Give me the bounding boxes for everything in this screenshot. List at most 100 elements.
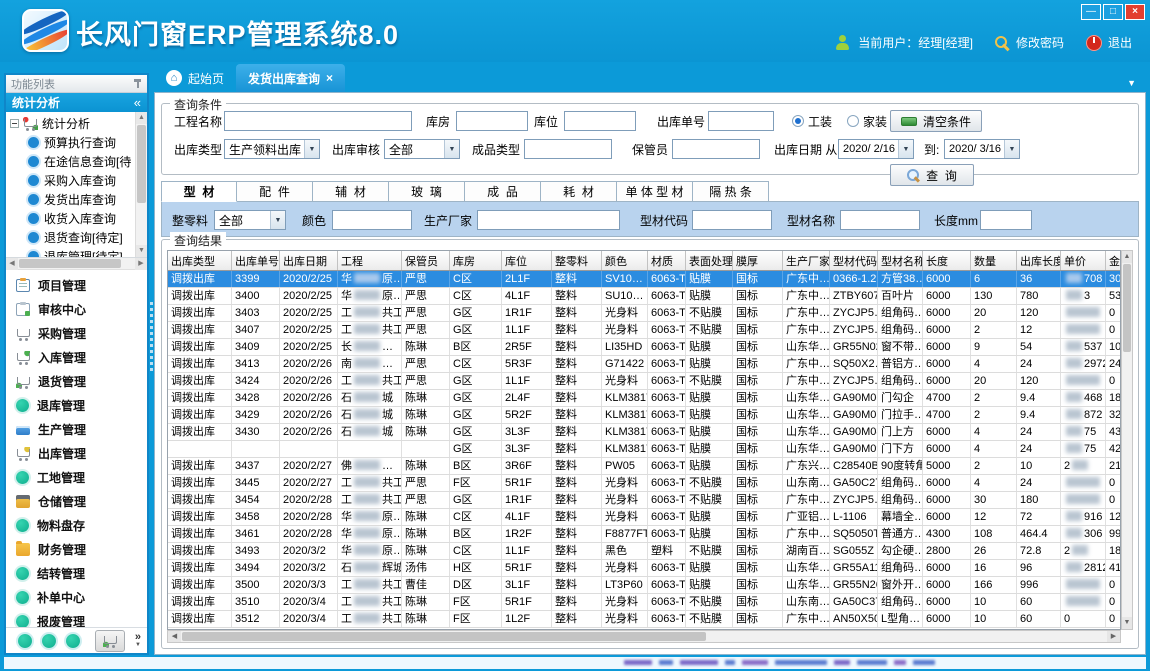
scroll-thumb[interactable] [1123,264,1131,352]
tab-起始页[interactable]: ⌂起始页 [154,64,236,92]
column-header[interactable]: 长度 [923,251,971,270]
profile-name-input[interactable] [840,210,920,230]
material-tab[interactable]: 型 材 [161,181,237,202]
table-row[interactable]: 调拨出库34242020/2/26工共工程严思G区1L1F整料光身料6063-T… [168,373,1120,390]
dock-more-button[interactable]: » ▼ [135,633,141,649]
column-header[interactable]: 金额 [1106,251,1121,270]
tab-close-icon[interactable]: × [326,71,333,85]
close-button[interactable]: × [1125,4,1145,20]
column-header[interactable]: 出库单号 [232,251,280,270]
table-row[interactable]: G区3L3F整料KLM38176063-T5贴膜国标山东华…GA90M09…门下… [168,441,1120,458]
tree-vertical-scrollbar[interactable]: ▲ ▼ [135,112,147,257]
dock-module-icon[interactable] [42,634,56,648]
tree-item[interactable]: 在途信息查询[待 [10,152,134,171]
length-input[interactable] [980,210,1032,230]
clear-conditions-button[interactable]: 清空条件 [890,110,982,132]
column-header[interactable]: 膜厚 [733,251,783,270]
date-from-picker[interactable]: 2020/ 2/16 [838,139,914,159]
change-password-button[interactable]: 修改密码 [995,34,1064,51]
tree-item[interactable]: 退库管理[待定] [10,247,134,257]
manufacturer-input[interactable] [477,210,620,230]
scroll-right-icon[interactable]: ▶ [135,258,147,270]
whole-part-select[interactable]: 全部 [214,210,286,230]
scroll-down-icon[interactable]: ▼ [1122,617,1132,629]
table-row[interactable]: 调拨出库34282020/2/26石城陈琳G区2L4F整料KLM38176063… [168,390,1120,407]
column-header[interactable]: 出库类型 [168,251,232,270]
scroll-right-icon[interactable]: ▶ [1107,631,1120,642]
scroll-up-icon[interactable]: ▲ [136,112,147,124]
radio-jiazhuang[interactable]: 家装 [847,110,887,132]
sidebar-item-仓储管理[interactable]: 仓储管理 [6,489,147,513]
table-row[interactable]: 调拨出库34942020/3/2石辉城汤伟H区5R1F整料光身料6063-T5贴… [168,560,1120,577]
column-header[interactable]: 出库长度 [1017,251,1061,270]
column-header[interactable]: 整零料 [552,251,602,270]
grid-horizontal-scrollbar[interactable]: ◀ ▶ [167,630,1121,643]
sidebar-item-退库管理[interactable]: 退库管理 [6,393,147,417]
grid-vertical-scrollbar[interactable]: ▲ ▼ [1121,250,1133,630]
table-row[interactable]: 调拨出库34002020/2/25华原…严思C区4L1F整料SU10…6063-… [168,288,1120,305]
sidebar-item-结转管理[interactable]: 结转管理 [6,561,147,585]
tree-item[interactable]: 采购入库查询 [10,171,134,190]
material-tab[interactable]: 隔 热 条 [693,181,769,202]
table-row[interactable]: 调拨出库34072020/2/25工共工程严思G区1L1F整料光身料6063-T… [168,322,1120,339]
tree-expander-icon[interactable] [10,119,19,128]
sidebar-item-项目管理[interactable]: 项目管理 [6,273,147,297]
column-header[interactable]: 生产厂家 [783,251,830,270]
sidebar-item-报废管理[interactable]: 报废管理 [6,609,147,627]
tab-list-caret-icon[interactable]: ▼ [1127,78,1146,92]
date-to-picker[interactable]: 2020/ 3/16 [944,139,1020,159]
column-header[interactable]: 数量 [971,251,1017,270]
tree-item[interactable]: 退货查询[待定] [10,228,134,247]
material-tab[interactable]: 耗 材 [541,181,617,202]
sidebar-item-补单中心[interactable]: 补单中心 [6,585,147,609]
profile-code-input[interactable] [692,210,772,230]
scroll-thumb[interactable] [137,125,146,203]
table-row[interactable]: 调拨出库34542020/2/28工共工程严思G区1R1F整料光身料6063-T… [168,492,1120,509]
material-tab[interactable]: 成 品 [465,181,541,202]
dock-module-icon[interactable] [66,634,80,648]
table-row[interactable]: 调拨出库33992020/2/25华原…严思C区2L1F整料SV10…6063-… [168,271,1120,288]
sidebar-group-header[interactable]: 统计分析 « [6,93,147,112]
out-type-select[interactable]: 生产领料出库 [224,139,320,159]
product-type-input[interactable] [524,139,612,159]
scroll-up-icon[interactable]: ▲ [1122,251,1132,263]
maximize-button[interactable]: □ [1103,4,1123,20]
column-header[interactable]: 材质 [648,251,686,270]
table-row[interactable]: 调拨出库34372020/2/27佛…陈琳B区3R6F整料PW056063-T5… [168,458,1120,475]
column-header[interactable]: 库房 [450,251,502,270]
table-row[interactable]: 调拨出库35002020/3/3工共工程曹佳D区3L1F整料LT3P606063… [168,577,1120,594]
table-row[interactable]: 调拨出库34032020/2/25工共工程严思G区1R1F整料光身料6063-T… [168,305,1120,322]
pin-icon[interactable] [133,78,142,89]
material-tab[interactable]: 辅 材 [313,181,389,202]
tree-item[interactable]: 预算执行查询 [10,133,134,152]
column-header[interactable]: 单价 [1061,251,1106,270]
audit-select[interactable]: 全部 [384,139,460,159]
warehouse-input[interactable] [456,111,528,131]
tree-item[interactable]: 收货入库查询 [10,209,134,228]
tree-item[interactable]: 发货出库查询 [10,190,134,209]
column-header[interactable]: 颜色 [602,251,648,270]
sidebar-item-审核中心[interactable]: 审核中心 [6,297,147,321]
table-row[interactable]: 调拨出库34932020/3/2华原…陈琳C区1L1F整料黑色塑料不贴膜国标湖南… [168,543,1120,560]
sidebar-item-入库管理[interactable]: 入库管理 [6,345,147,369]
column-header[interactable]: 库位 [502,251,552,270]
sidebar-item-工地管理[interactable]: 工地管理 [6,465,147,489]
sidebar-item-生产管理[interactable]: 生产管理 [6,417,147,441]
logout-button[interactable]: 退出 [1086,34,1132,51]
table-row[interactable]: 调拨出库34612020/2/28华原…陈琳B区1R2F整料F8877FT606… [168,526,1120,543]
color-input[interactable] [332,210,412,230]
table-row[interactable]: 调拨出库35102020/3/4工共工程陈琳F区5R1F整料光身料6063-T5… [168,594,1120,611]
column-header[interactable]: 型材名称 [878,251,923,270]
scroll-left-icon[interactable]: ◀ [168,631,181,642]
sidebar-item-财务管理[interactable]: 财务管理 [6,537,147,561]
dock-cart-button[interactable] [95,630,125,652]
table-row[interactable]: 调拨出库35122020/3/4工共工程陈琳F区1L2F整料光身料6063-T5… [168,611,1120,628]
tree-root-statistics[interactable]: 统计分析 [10,114,134,133]
column-header[interactable]: 表面处理 [686,251,733,270]
sidebar-item-退货管理[interactable]: 退货管理 [6,369,147,393]
minimize-button[interactable]: — [1081,4,1101,20]
keeper-input[interactable] [672,139,760,159]
scroll-left-icon[interactable]: ◀ [6,258,18,270]
sidebar-item-采购管理[interactable]: 采购管理 [6,321,147,345]
material-tab[interactable]: 单 体 型 材 [617,181,693,202]
